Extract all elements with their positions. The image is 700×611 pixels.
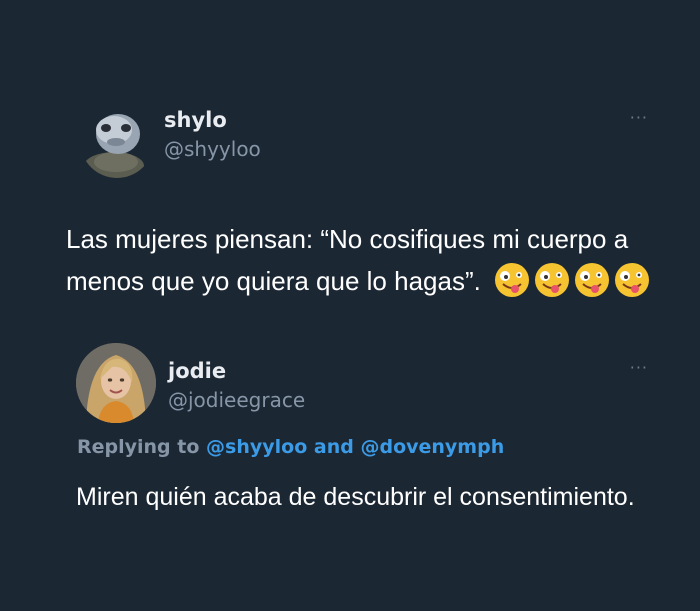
reply-text: Miren quién acaba de descubrir el consen… <box>76 483 635 511</box>
mention-link[interactable]: @shyyloo <box>206 436 307 458</box>
avatar[interactable] <box>80 104 154 178</box>
author-name[interactable]: jodie <box>168 359 226 383</box>
author-handle[interactable]: @jodieegrace <box>168 388 305 412</box>
author-name[interactable]: shylo <box>164 108 227 132</box>
more-options-icon[interactable]: ··· <box>630 110 648 126</box>
replying-to: Replying to @shyyloo and @dovenymph <box>77 436 504 458</box>
zany-face-icon <box>495 263 530 297</box>
tweet-text: Las mujeres piensan: “No cosifiques mi c… <box>66 218 676 302</box>
zany-face-icon <box>575 263 610 297</box>
zany-face-icon <box>535 263 570 297</box>
more-options-icon[interactable]: ··· <box>630 360 648 376</box>
author-handle[interactable]: @shyyloo <box>164 137 261 161</box>
avatar[interactable] <box>76 343 156 423</box>
replying-prefix: Replying to <box>77 436 200 458</box>
emoji-group <box>494 262 650 298</box>
zany-face-icon <box>615 263 650 297</box>
mention-link[interactable]: @dovenymph <box>360 436 504 458</box>
mention-joiner: and <box>313 436 354 458</box>
